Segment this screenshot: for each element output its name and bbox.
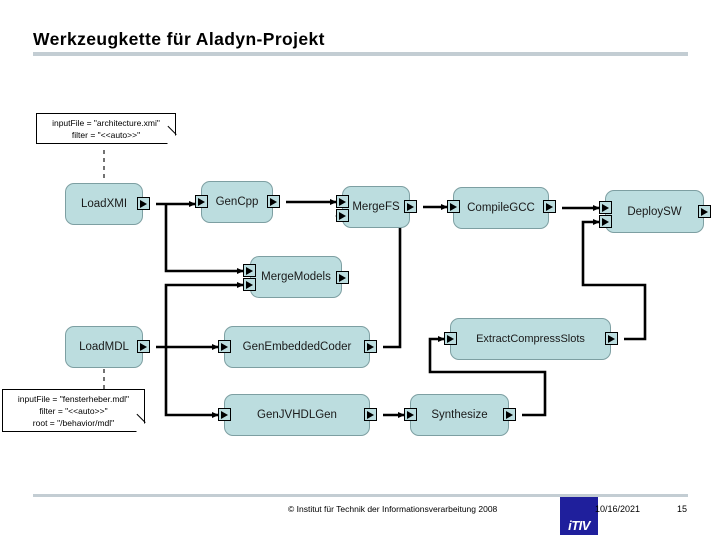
note-architecture: inputFile = "architecture.xmi" filter = … <box>36 113 177 144</box>
component-genembeddedcoder[interactable]: GenEmbeddedCoder <box>224 326 370 368</box>
footer-copyright: © Institut für Technik der Informationsv… <box>288 504 498 514</box>
note-fensterheber: inputFile = "fensterheber.mdl" filter = … <box>2 389 146 432</box>
component-loadmdl[interactable]: LoadMDL <box>65 326 143 368</box>
component-label: MergeFS <box>352 201 400 213</box>
port-out-extractcompressslots[interactable] <box>605 332 618 345</box>
port-in-genjvhdlgen[interactable] <box>218 408 231 421</box>
component-label: Synthesize <box>431 409 488 421</box>
port-out-loadxmi[interactable] <box>137 197 150 210</box>
port-in-gencpp[interactable] <box>195 195 208 208</box>
port-out-mergemodels[interactable] <box>336 271 349 284</box>
component-label: LoadMDL <box>79 341 129 353</box>
note-line: root = "/behavior/mdl" <box>32 418 115 428</box>
port-out-gencpp[interactable] <box>267 195 280 208</box>
port-in1-deploysw[interactable] <box>599 201 612 214</box>
port-out-mergefs[interactable] <box>404 200 417 213</box>
port-out-genembeddedcoder[interactable] <box>364 340 377 353</box>
component-label: GenCpp <box>215 196 259 208</box>
port-in2-mergefs[interactable] <box>336 209 349 222</box>
component-compilegcc[interactable]: CompileGCC <box>453 187 549 229</box>
note-fold-corner <box>167 135 176 144</box>
component-label: CompileGCC <box>467 202 535 214</box>
component-label: MergeModels <box>261 271 331 283</box>
port-in2-mergemodels[interactable] <box>243 278 256 291</box>
port-in-genembeddedcoder[interactable] <box>218 340 231 353</box>
connector-layer <box>103 150 647 418</box>
port-in2-deploysw[interactable] <box>599 215 612 228</box>
component-label: DeploySW <box>627 205 682 218</box>
port-in-extractcompressslots[interactable] <box>444 332 457 345</box>
component-mergemodels[interactable]: MergeModels <box>250 256 342 298</box>
port-out-synthesize[interactable] <box>503 408 516 421</box>
component-deploysw[interactable]: DeploySW <box>605 190 704 233</box>
component-genjvhdlgen[interactable]: GenJVHDLGen <box>224 394 370 436</box>
port-in-synthesize[interactable] <box>404 408 417 421</box>
port-out-compilegcc[interactable] <box>543 200 556 213</box>
component-loadxmi[interactable]: LoadXMI <box>65 183 143 225</box>
note-line: inputFile = "architecture.xmi" <box>52 118 160 128</box>
port-in-compilegcc[interactable] <box>447 200 460 213</box>
footer-date: 10/16/2021 <box>595 504 641 514</box>
component-label: ExtractCompressSlots <box>476 333 585 345</box>
component-label: LoadXMI <box>80 198 128 210</box>
port-out-deploysw[interactable] <box>698 205 711 218</box>
port-out-loadmdl[interactable] <box>137 340 150 353</box>
component-mergefs[interactable]: MergeFS <box>342 186 410 228</box>
component-label: GenEmbeddedCoder <box>242 341 352 353</box>
note-line: filter = "<<auto>>" <box>39 406 108 416</box>
note-line: inputFile = "fensterheber.mdl" <box>17 394 130 404</box>
component-extractcompressslots[interactable]: ExtractCompressSlots <box>450 318 611 360</box>
wire-loadmdl-genjvhdl <box>164 347 219 418</box>
component-label: GenJVHDLGen <box>257 409 337 421</box>
port-in1-mergefs[interactable] <box>336 195 349 208</box>
port-in1-mergemodels[interactable] <box>243 264 256 277</box>
itiv-logo: iTIV <box>560 497 598 535</box>
component-synthesize[interactable]: Synthesize <box>410 394 509 436</box>
component-gencpp[interactable]: GenCpp <box>201 181 273 223</box>
port-out-genjvhdlgen[interactable] <box>364 408 377 421</box>
footer-page-number: 15 <box>677 504 688 514</box>
note-line: filter = "<<auto>>" <box>71 130 141 140</box>
note-fold-corner <box>136 423 145 432</box>
toolchain-diagram: inputFile = "architecture.xmi" filter = … <box>0 0 720 540</box>
